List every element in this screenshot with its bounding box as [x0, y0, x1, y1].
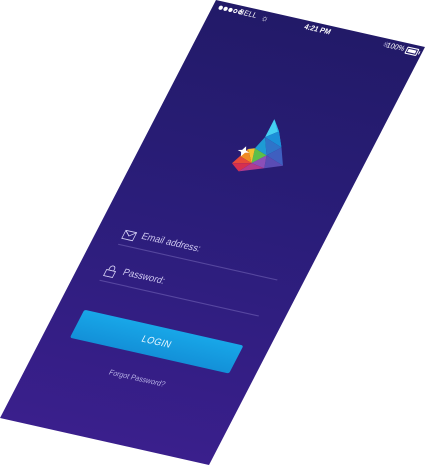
login-button[interactable]: LOGIN: [69, 309, 244, 374]
phone-screen: BELL ☼ 4:21 PM ※ 100% Email address: LOG…: [0, 0, 425, 465]
battery-percentage: 100%: [384, 42, 406, 54]
lock-icon: [102, 263, 120, 279]
triangle-logo-icon: [220, 113, 304, 181]
envelope-icon: [121, 227, 139, 242]
email-input[interactable]: [138, 227, 284, 275]
status-bar: BELL ☼ 4:21 PM ※ 100%: [209, 0, 425, 61]
